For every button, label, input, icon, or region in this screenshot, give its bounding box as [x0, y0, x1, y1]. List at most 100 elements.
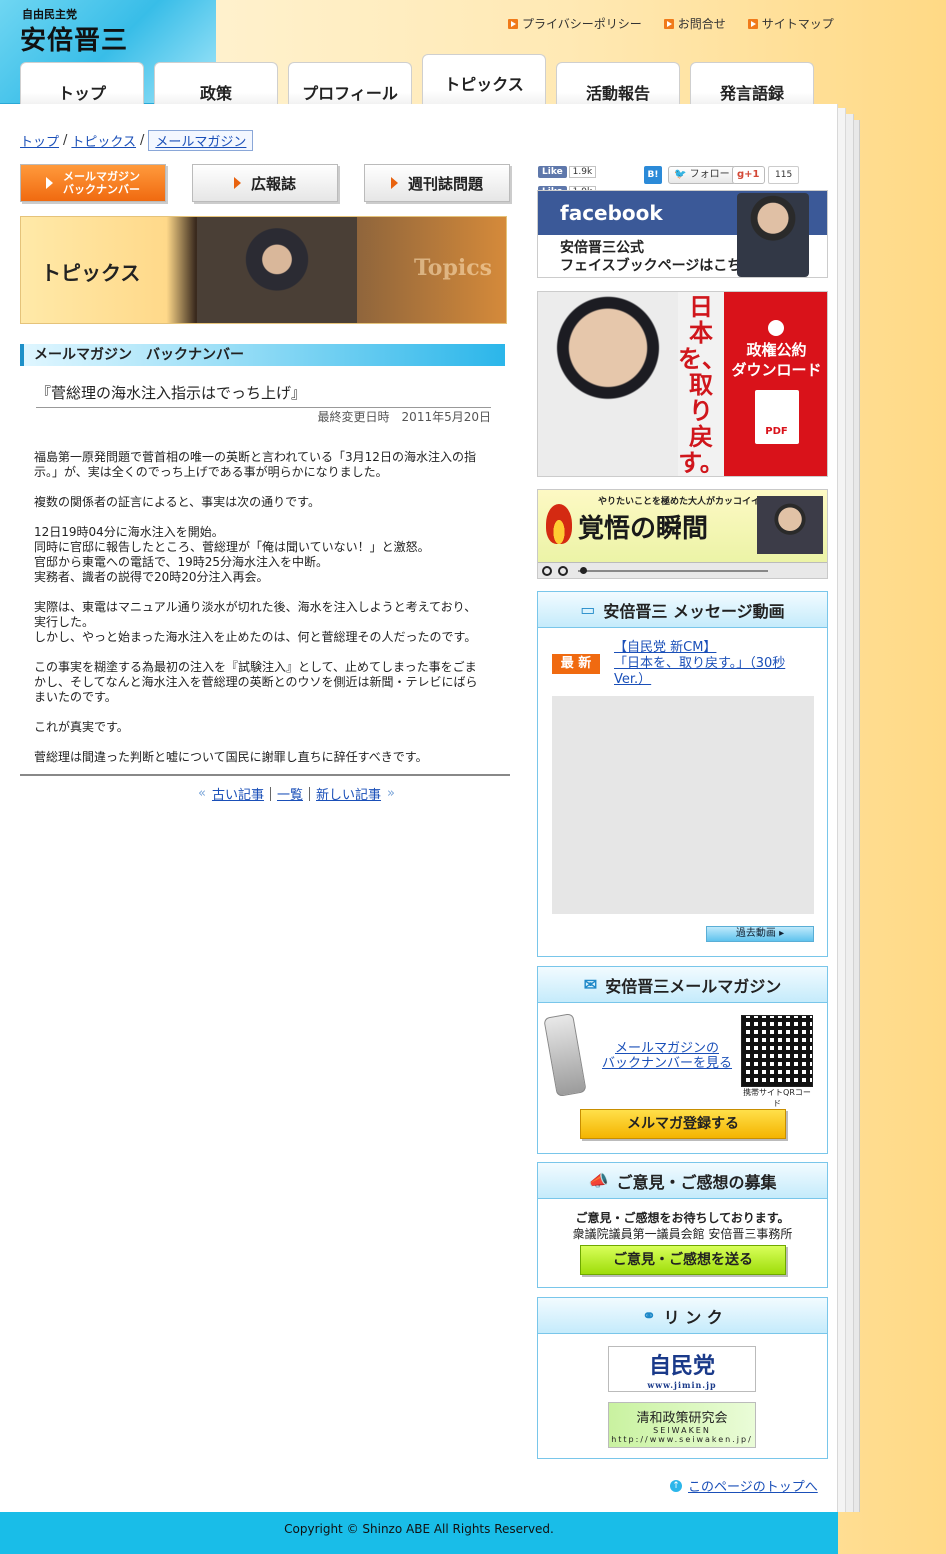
seiwaken-link-banner[interactable]: 清和政策研究会 SEIWAKEN http://www.seiwaken.jp/	[608, 1402, 756, 1448]
mailmagazine-box: ✉ 安倍晋三メールマガジン メールマガジンの バックナンバーを見る 携帯サイトQ…	[537, 966, 828, 1154]
monitor-icon: ▭	[580, 600, 596, 619]
article-list-link[interactable]: 一覧	[277, 784, 303, 803]
double-chevron-right-icon: »	[387, 786, 395, 801]
latest-video-link[interactable]: 【自民党 新CM】 「日本を、取り戻す。」（30秒Ver.）	[614, 640, 814, 688]
section-title: メールマガジン バックナンバー	[20, 344, 505, 366]
kakugo-subtitle: やりたいことを極めた大人がカッコイイ！	[598, 497, 770, 507]
article-paragraph: この事実を糊塗する為最初の注入を『試験注入』として、止めてしまった事をごまかし、…	[34, 660, 478, 704]
page-top-link[interactable]: ↑ このページのトップへ	[670, 1476, 818, 1495]
download-arrow-icon	[768, 320, 784, 336]
qr-code	[741, 1015, 813, 1087]
article-paragraph: これが真実です。	[34, 720, 129, 734]
breadcrumb-topics[interactable]: トピックス	[71, 131, 136, 150]
article-paragraph: 複数の関係者の証言によると、事実は次の通りです。	[34, 495, 320, 509]
flame-icon	[546, 504, 572, 544]
opinion-box-header: 📣 ご意見・ご感想の募集	[538, 1163, 827, 1199]
double-chevron-left-icon: «	[198, 786, 206, 801]
new-badge: 最 新	[552, 654, 600, 674]
breadcrumb-top[interactable]: トップ	[20, 131, 59, 150]
pdf-icon: PDF	[754, 390, 799, 444]
google-plus-count: 115	[768, 166, 800, 184]
jimin-link-banner[interactable]: 自民党 www.jimin.jp	[608, 1346, 756, 1392]
footer-copyright: Copyright © Shinzo ABE All Rights Reserv…	[0, 1512, 838, 1554]
facebook-like-count: 1.9k	[568, 166, 597, 178]
public-relations-button[interactable]: 広報誌	[192, 164, 338, 202]
twitter-follow-button[interactable]: 🐦 フォロー	[668, 166, 736, 184]
mail-icon: ✉	[583, 975, 598, 994]
sub-navigation: メールマガジン バックナンバー 広報誌 週刊誌問題	[20, 164, 510, 202]
article-paragraph: 福島第一原発問題で菅首相の唯一の英断と言われている「3月12日の海水注入の指示。…	[34, 450, 476, 479]
breadcrumb: トップ / トピックス / メールマガジン	[20, 130, 254, 151]
download-panel: 政権公約 ダウンロード PDF	[724, 292, 827, 476]
arrow-icon	[233, 177, 241, 189]
arrow-icon	[508, 18, 518, 29]
article-title: 『菅総理の海水注入指示はでっち上げ』	[36, 382, 491, 408]
mailmagazine-backnumber-button[interactable]: メールマガジン バックナンバー	[20, 164, 166, 202]
weekly-magazine-issue-button[interactable]: 週刊誌問題	[364, 164, 510, 202]
kakugo-video-banner[interactable]: やりたいことを極めた大人がカッコイイ！ 覚悟の瞬間	[537, 489, 828, 579]
arrow-icon	[663, 18, 674, 29]
video-player-controls	[538, 562, 827, 578]
panel-edge	[846, 114, 854, 1512]
links-box-header: ⚭ リ ン ク	[538, 1298, 827, 1334]
twitter-bird-icon: 🐦	[674, 169, 687, 180]
past-videos-button[interactable]: 過去動画 ▸	[706, 926, 814, 942]
manifesto-download-text: 政権公約 ダウンロード	[731, 341, 822, 379]
seek-bar[interactable]	[578, 570, 768, 572]
arrow-icon	[747, 18, 758, 29]
article-paragraph: 実際は、東電はマニュアル通り淡水が切れた後、海水を注入しようと考えており、実行し…	[34, 600, 477, 644]
topics-hero-banner: トピックス Topics	[20, 216, 507, 324]
arrow-icon	[46, 177, 53, 189]
seek-handle[interactable]	[580, 567, 587, 574]
message-video-box: ▭ 安倍晋三 メッセージ動画 最 新 【自民党 新CM】 「日本を、取り戻す。」…	[537, 591, 828, 957]
links-box: ⚭ リ ン ク 自民党 www.jimin.jp 清和政策研究会 SEIWAKE…	[537, 1297, 828, 1459]
video-embed[interactable]	[552, 696, 814, 914]
stop-icon[interactable]	[558, 566, 568, 576]
mailmagazine-register-button[interactable]: メルマガ登録する	[580, 1109, 786, 1139]
mobile-phone-icon	[543, 1013, 587, 1097]
facebook-banner-text: 安倍晋三公式 フェイスブックページはこちら	[560, 240, 756, 274]
older-article-link[interactable]: 古い記事	[212, 784, 264, 803]
link-icon: ⚭	[642, 1306, 656, 1325]
breadcrumb-mailmagazine[interactable]: メールマガジン	[148, 130, 254, 151]
article-body: 福島第一原発問題で菅首相の唯一の英断と言われている「3月12日の海水注入の指示。…	[34, 450, 484, 780]
facebook-like-button[interactable]: Like	[538, 166, 567, 178]
google-plus-button[interactable]: g+1	[732, 166, 765, 184]
opinion-line-2: 衆議院議員第一議員会館 安倍晋三事務所	[572, 1227, 793, 1241]
kakugo-title: 覚悟の瞬間	[578, 514, 709, 544]
abe-photo	[737, 193, 809, 277]
social-buttons: Like 1.9k Like 1.9k B! 🐦 フォロー g+1 115	[538, 166, 828, 198]
backnumber-link[interactable]: メールマガジンの バックナンバーを見る	[602, 1041, 732, 1071]
newer-article-link[interactable]: 新しい記事	[316, 784, 381, 803]
article-paragraph: 菅総理は間違った判断と嘘について国民に謝罪し直ちに辞任すべきです。	[34, 750, 428, 764]
panel-edge	[838, 108, 846, 1512]
article-pager: « 古い記事 一覧 新しい記事 »	[198, 784, 395, 803]
hero-photo	[197, 217, 357, 323]
logo-name: 安倍晋三	[20, 26, 129, 56]
abe-portrait	[538, 292, 678, 476]
article-paragraph: 12日19時04分に海水注入を開始。 同時に官邸に報告したところ、菅総理が「俺は…	[34, 525, 430, 584]
facebook-like-widget[interactable]: Like 1.9k	[538, 166, 597, 178]
slogan-text: 日本を、取り戻す。	[678, 292, 726, 477]
article-divider	[20, 774, 510, 776]
arrow-up-icon: ↑	[670, 1479, 682, 1492]
opinion-line-1: ご意見・ご感想をお待ちしております。	[575, 1211, 790, 1225]
hero-en-label: Topics	[413, 255, 492, 281]
qr-caption: 携帯サイトQRコード	[743, 1088, 811, 1108]
play-icon[interactable]	[542, 566, 552, 576]
privacy-policy-link[interactable]: プライバシーポリシー	[508, 15, 642, 32]
hero-label: トピックス	[41, 261, 141, 285]
contact-link[interactable]: お問合せ	[663, 15, 726, 32]
panel-edge	[854, 120, 860, 1512]
article-date: 最終変更日時 2011年5月20日	[317, 410, 491, 424]
arrow-icon	[390, 177, 398, 189]
sitemap-link[interactable]: サイトマップ	[747, 15, 834, 32]
hatena-bookmark-icon[interactable]: B!	[644, 166, 662, 184]
manifesto-download-banner[interactable]: 日本を、取り戻す。 政権公約 ダウンロード PDF	[537, 291, 828, 477]
opinion-box: 📣 ご意見・ご感想の募集 ご意見・ご感想をお待ちしております。 衆議院議員第一議…	[537, 1162, 828, 1288]
megaphone-icon: 📣	[588, 1171, 609, 1190]
send-opinion-button[interactable]: ご意見・ご感想を送る	[580, 1245, 786, 1275]
utility-links: プライバシーポリシー お問合せ サイトマップ	[508, 15, 834, 32]
facebook-page-banner[interactable]: facebook 安倍晋三公式 フェイスブックページはこちら	[537, 190, 828, 278]
video-box-header: ▭ 安倍晋三 メッセージ動画	[538, 592, 827, 628]
